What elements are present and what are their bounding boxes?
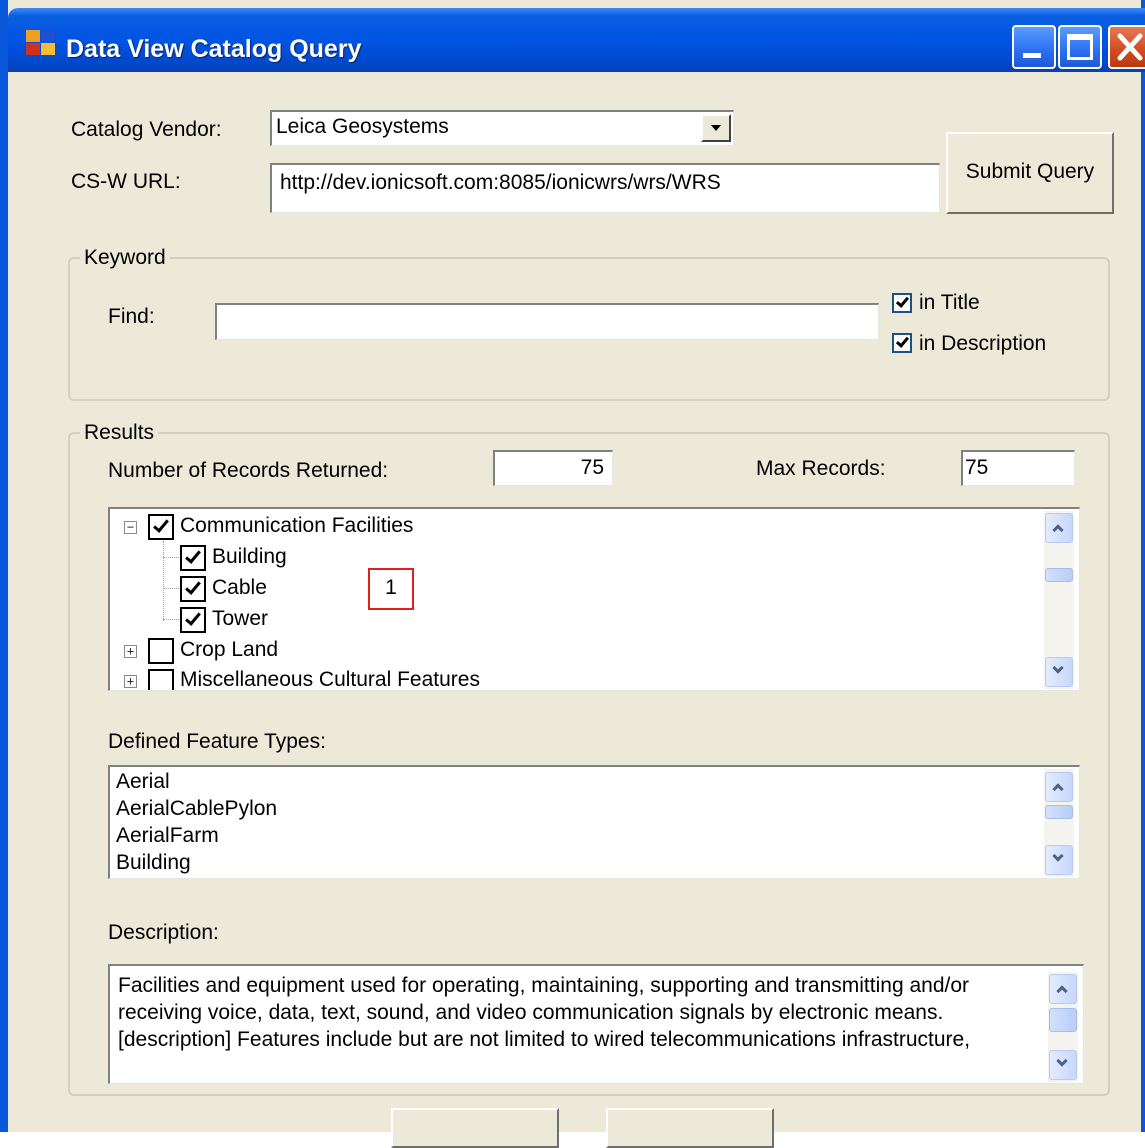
checkmark-icon	[185, 578, 201, 595]
list-item[interactable]: AerialFarm	[116, 824, 219, 848]
find-input[interactable]	[215, 303, 879, 340]
scroll-thumb[interactable]	[1045, 805, 1073, 819]
title-bar[interactable]: Data View Catalog Query	[8, 8, 1145, 72]
find-label: Find:	[108, 305, 155, 328]
max-records-input[interactable]: 75	[961, 450, 1075, 486]
description-line: [description] Features include but are n…	[118, 1028, 971, 1051]
description-text[interactable]: Facilities and equipment used for operat…	[108, 964, 1084, 1084]
tree-connector	[163, 619, 179, 620]
in-title-label: in Title	[919, 291, 980, 314]
checkmark-icon	[185, 609, 201, 626]
tree-item-communication-facilities[interactable]: Communication Facilities	[180, 514, 413, 538]
max-records-label: Max Records:	[756, 457, 886, 480]
description-line: receiving voice, data, text, sound, and …	[118, 1001, 944, 1024]
in-description-label: in Description	[919, 332, 1047, 355]
tree-connector	[163, 541, 164, 621]
maximize-icon	[1067, 34, 1093, 60]
catalog-vendor-value: Leica Geosystems	[276, 115, 449, 138]
tree-checkbox-tower[interactable]	[180, 607, 206, 633]
feature-types-scrollbar[interactable]	[1044, 769, 1074, 877]
checkmark-icon	[895, 334, 910, 348]
description-label: Description:	[108, 921, 219, 944]
bottom-button-left[interactable]	[391, 1108, 559, 1148]
bottom-button-right[interactable]	[606, 1108, 774, 1148]
minimize-icon	[1023, 53, 1041, 58]
csw-url-label: CS-W URL:	[71, 170, 181, 193]
tree-connector	[163, 557, 179, 558]
chevron-down-icon	[1052, 662, 1064, 674]
tree-checkbox-communication-facilities[interactable]	[148, 514, 174, 540]
tree-checkbox-miscellaneous-cultural-features[interactable]	[148, 669, 174, 690]
checkmark-icon	[895, 294, 910, 308]
tree-scrollbar[interactable]	[1044, 511, 1074, 689]
scroll-up-button[interactable]	[1049, 974, 1077, 1004]
tree-item-building[interactable]: Building	[212, 545, 287, 569]
records-returned-field: 75	[493, 450, 613, 486]
chevron-down-icon	[1056, 1055, 1068, 1067]
scroll-down-button[interactable]	[1045, 845, 1073, 875]
in-title-checkbox[interactable]	[892, 293, 912, 313]
scroll-down-button[interactable]	[1045, 657, 1073, 687]
scroll-thumb[interactable]	[1045, 568, 1073, 582]
feature-types-label: Defined Feature Types:	[108, 730, 326, 753]
catalog-vendor-select[interactable]: Leica Geosystems	[270, 110, 734, 146]
chevron-up-icon	[1056, 985, 1068, 997]
tree-checkbox-building[interactable]	[180, 545, 206, 571]
tree-item-cable[interactable]: Cable	[212, 576, 267, 600]
csw-url-input[interactable]: http://dev.ionicsoft.com:8085/ionicwrs/w…	[270, 163, 940, 213]
tree-connector	[163, 588, 179, 589]
annotation-number: 1	[385, 576, 397, 599]
feature-tree[interactable]: − Communication Facilities Building Cabl…	[108, 507, 1080, 691]
annotation-marker: 1	[368, 568, 414, 610]
close-icon	[1110, 27, 1145, 67]
tree-checkbox-crop-land[interactable]	[148, 638, 174, 664]
list-item[interactable]: Building	[116, 851, 191, 875]
window-title: Data View Catalog Query	[66, 35, 362, 63]
records-returned-label: Number of Records Returned:	[108, 459, 389, 482]
list-item[interactable]: AerialCablePylon	[116, 797, 277, 821]
checkmark-icon	[185, 547, 201, 564]
description-line: Facilities and equipment used for operat…	[118, 974, 970, 997]
list-item[interactable]: Aerial	[116, 770, 170, 794]
collapse-icon[interactable]: −	[124, 521, 137, 534]
app-icon	[26, 30, 56, 56]
expand-icon[interactable]: +	[124, 675, 137, 688]
minimize-button[interactable]	[1012, 25, 1056, 69]
close-button[interactable]	[1108, 25, 1145, 69]
checkmark-icon	[153, 516, 169, 533]
chevron-down-icon	[711, 125, 721, 131]
catalog-vendor-label: Catalog Vendor:	[71, 118, 222, 141]
chevron-up-icon	[1052, 783, 1064, 795]
scroll-up-button[interactable]	[1045, 772, 1073, 802]
results-group-title: Results	[80, 421, 159, 445]
keyword-group-title: Keyword	[80, 246, 170, 270]
description-scrollbar[interactable]	[1048, 972, 1078, 1082]
scroll-down-button[interactable]	[1049, 1050, 1077, 1080]
chevron-up-icon	[1052, 524, 1064, 536]
chevron-down-icon	[1052, 850, 1064, 862]
scroll-thumb[interactable]	[1049, 1008, 1077, 1032]
dropdown-button[interactable]	[701, 114, 731, 142]
tree-item-miscellaneous-cultural-features[interactable]: Miscellaneous Cultural Features	[180, 668, 480, 690]
maximize-button[interactable]	[1058, 25, 1102, 69]
tree-item-tower[interactable]: Tower	[212, 607, 268, 631]
scroll-up-button[interactable]	[1045, 513, 1073, 543]
submit-query-button[interactable]: Submit Query	[946, 132, 1114, 214]
tree-item-crop-land[interactable]: Crop Land	[180, 638, 278, 662]
expand-icon[interactable]: +	[124, 645, 137, 658]
dialog-window: Data View Catalog Query Catalog Vendor: …	[0, 0, 1145, 1148]
in-description-checkbox[interactable]	[892, 333, 912, 353]
feature-types-list[interactable]: Aerial AerialCablePylon AerialFarm Build…	[108, 765, 1080, 879]
tree-checkbox-cable[interactable]	[180, 576, 206, 602]
